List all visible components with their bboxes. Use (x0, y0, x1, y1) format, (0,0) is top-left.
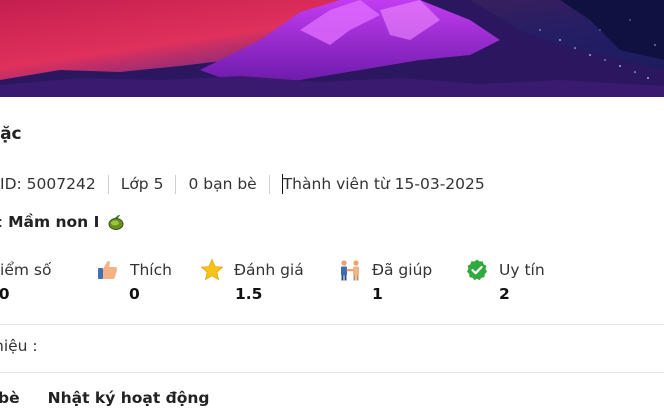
rank-value: Mầm non I (8, 213, 100, 231)
stat-label: Đã giúp (372, 261, 433, 279)
stat-label: Điểm số (0, 261, 52, 279)
stat-reputation: Uy tín 2 (465, 257, 545, 303)
profile-rank-row: g: Mầm non I (0, 213, 125, 231)
stat-points: Điểm số 00 (0, 257, 51, 303)
profile-username: cặc (0, 124, 22, 144)
stat-value: 2 (499, 285, 510, 303)
stat-helped: Đã giúp 1 (338, 257, 432, 303)
rank-label: g: (0, 213, 3, 231)
profile-tabs: bè Nhật ký hoạt động (0, 389, 238, 407)
thumbs-up-icon (96, 258, 120, 282)
stat-label: Đánh giá (234, 261, 304, 279)
stat-value: 1.5 (235, 285, 263, 303)
verified-badge-icon (465, 258, 489, 282)
stat-label: Uy tín (499, 261, 545, 279)
text-cursor (270, 174, 283, 194)
profile-intro-label: hiệu : (0, 337, 38, 355)
star-icon (200, 258, 224, 282)
sprout-icon (107, 213, 125, 231)
stat-value: 1 (372, 285, 383, 303)
stat-likes: Thích 0 (96, 257, 172, 303)
profile-meta-row: ID: 5007242 Lớp 5 0 bạn bè Thành viên từ… (0, 174, 497, 194)
profile-stats: Điểm số 00 Thích 0 Đánh giá 1.5 (0, 257, 664, 307)
friends-count-link[interactable]: 0 bạn bè (176, 175, 268, 193)
section-divider (0, 324, 664, 325)
user-id: ID: 5007242 (0, 175, 96, 193)
stat-label: Thích (130, 261, 172, 279)
profile-cover-image (0, 0, 664, 97)
member-since: Thành viên từ 15-03-2025 (282, 175, 485, 193)
tab-friends[interactable]: bè (0, 389, 20, 407)
stat-value: 00 (0, 285, 10, 303)
stat-ratings: Đánh giá 1.5 (200, 257, 304, 303)
section-divider (0, 372, 664, 373)
user-grade: Lớp 5 (120, 175, 164, 193)
stat-value: 0 (129, 285, 140, 303)
tab-activity-log[interactable]: Nhật ký hoạt động (48, 389, 210, 407)
helping-hands-icon (338, 258, 362, 282)
